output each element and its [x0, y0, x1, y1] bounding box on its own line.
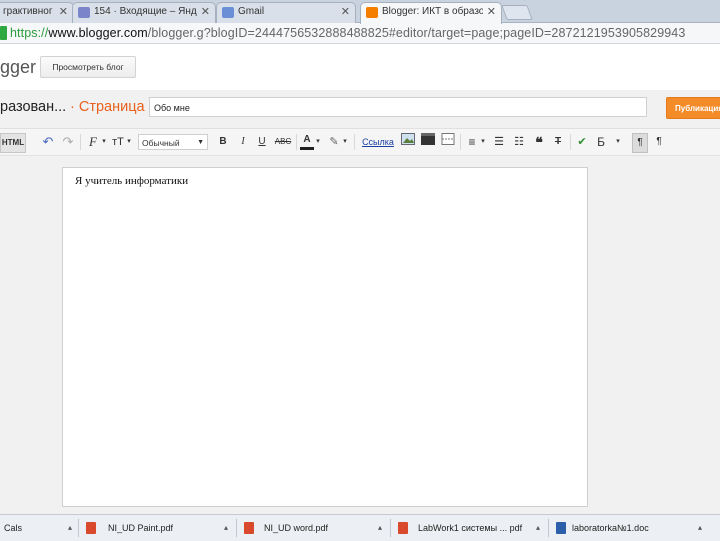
chevron-down-icon[interactable]: ▾ — [480, 133, 486, 151]
chevron-down-icon[interactable]: ▾ — [342, 133, 348, 151]
chevron-down-icon: ▼ — [197, 139, 204, 146]
underline-button[interactable]: U — [255, 133, 269, 151]
browser-tab-1[interactable]: грактивног ✕ — [0, 2, 74, 23]
toolbar-divider — [460, 134, 461, 150]
url-text[interactable]: https://www.blogger.com/blogger.g?blogID… — [10, 25, 685, 41]
blogger-icon — [366, 7, 378, 18]
toolbar-divider — [570, 134, 571, 150]
download-label: NI_UD Paint.pdf — [108, 523, 174, 533]
download-divider — [390, 519, 391, 537]
spellcheck-icon[interactable]: ✔ — [574, 133, 590, 151]
download-label: laboratorka№1.doc — [572, 523, 649, 533]
download-divider — [236, 519, 237, 537]
toolbar-divider — [296, 134, 297, 150]
download-item[interactable]: NI_UD word.pdf ▴ — [244, 518, 386, 538]
address-bar[interactable]: https://www.blogger.com/blogger.g?blogID… — [0, 23, 720, 44]
align-icon[interactable]: ≡ — [464, 133, 480, 151]
download-item[interactable]: LabWork1 системы ... pdf ▴ — [398, 518, 544, 538]
toolbar-divider — [354, 134, 355, 150]
tab-label: грактивног — [3, 6, 53, 17]
chevron-down-icon[interactable]: ▴ — [68, 518, 72, 538]
lock-icon — [0, 26, 7, 40]
download-item[interactable]: NI_UD Paint.pdf ▴ — [86, 518, 232, 538]
download-item[interactable]: laboratorka№1.doc ▴ — [556, 518, 706, 538]
browser-tab-3[interactable]: Gmail ✕ — [216, 2, 356, 23]
italic-button[interactable]: I — [236, 133, 250, 151]
browser-tab-strip: грактивног ✕ 154 · Входящие – Яндекс ✕ G… — [0, 0, 720, 24]
bold-button[interactable]: B — [216, 133, 230, 151]
highlight-color-icon[interactable]: ✎ — [326, 133, 342, 151]
rtl-direction-button[interactable]: ¶ — [652, 133, 666, 151]
format-value: Обычный — [142, 138, 180, 148]
ltr-direction-button[interactable]: ¶ — [632, 133, 648, 153]
post-body-editor[interactable]: Я учитель информатики — [62, 167, 588, 507]
new-tab-button[interactable] — [501, 5, 533, 20]
view-blog-button[interactable]: Просмотреть блог — [40, 56, 136, 78]
doc-file-icon — [556, 522, 566, 534]
download-label: NI_UD word.pdf — [264, 523, 329, 533]
chevron-down-icon[interactable]: ▴ — [378, 518, 382, 538]
paragraph-format-select[interactable]: Обычный ▼ — [138, 134, 208, 150]
chevron-down-icon[interactable]: ▴ — [224, 518, 228, 538]
bulleted-list-icon[interactable]: ☷ — [511, 133, 527, 151]
chevron-down-icon[interactable]: ▾ — [315, 133, 321, 151]
url-scheme: https:// — [10, 26, 49, 40]
quote-icon[interactable]: ❝ — [531, 133, 547, 151]
close-icon[interactable]: ✕ — [341, 3, 350, 21]
downloads-bar: Cals ▴ NI_UD Paint.pdf ▴ NI_UD word.pdf … — [0, 514, 720, 541]
blogger-header: gger Просмотреть блог — [0, 44, 720, 91]
pdf-file-icon — [244, 522, 254, 534]
redo-icon[interactable]: ↷ — [60, 133, 76, 151]
html-mode-button[interactable]: HTML — [0, 133, 26, 153]
browser-tab-4-active[interactable]: Blogger: ИКТ в образова ✕ — [360, 2, 502, 24]
blogger-logo[interactable]: gger — [0, 57, 36, 78]
close-icon[interactable]: ✕ — [487, 3, 496, 21]
download-item[interactable]: Cals ▴ — [4, 518, 74, 538]
close-icon[interactable]: ✕ — [59, 3, 68, 21]
download-label: LabWork1 системы ... pdf — [418, 523, 523, 533]
url-path: /blogger.g?blogID=2444756532888488825#ed… — [147, 26, 686, 40]
tab-label: Blogger: ИКТ в образова — [382, 6, 483, 17]
chevron-down-icon[interactable]: ▾ — [101, 133, 107, 151]
download-divider — [78, 519, 79, 537]
chevron-down-icon[interactable]: ▴ — [698, 518, 702, 538]
remove-formatting-icon[interactable]: T — [550, 133, 566, 151]
publish-button[interactable]: Публикация — [666, 97, 720, 119]
jump-break-icon[interactable] — [440, 133, 456, 151]
chevron-down-icon[interactable]: ▾ — [614, 133, 622, 151]
close-icon[interactable]: ✕ — [201, 3, 210, 21]
editor-toolbar: HTML ↶ ↷ F ▾ тT ▾ Обычный ▼ B I U ABC A … — [0, 129, 720, 156]
url-host: www.blogger.com — [48, 26, 148, 40]
browser-tab-2[interactable]: 154 · Входящие – Яндекс ✕ — [72, 2, 216, 23]
chevron-down-icon[interactable]: ▴ — [536, 518, 540, 538]
image-icon[interactable] — [400, 133, 416, 151]
pdf-file-icon — [398, 522, 408, 534]
toolbar-divider — [80, 134, 81, 150]
video-icon[interactable] — [420, 133, 436, 151]
page-title-row: разован... · Страница Обо мне Публикация — [0, 90, 720, 129]
link-button[interactable]: Ссылка — [360, 133, 396, 151]
breadcrumb-page: · Страница — [70, 99, 145, 115]
undo-icon[interactable]: ↶ — [40, 133, 56, 151]
strikethrough-button[interactable]: ABC — [274, 133, 292, 151]
numbered-list-icon[interactable]: ☰ — [491, 133, 507, 151]
text-color-button[interactable]: A — [300, 133, 314, 150]
font-family-button[interactable]: F — [84, 133, 102, 151]
editor-content[interactable]: Я учитель информатики — [75, 175, 188, 187]
chevron-down-icon[interactable]: ▾ — [126, 133, 132, 151]
download-label: Cals — [4, 523, 23, 533]
download-divider — [548, 519, 549, 537]
input-tools-button[interactable]: Б — [594, 133, 608, 151]
gmail-icon — [222, 7, 234, 18]
tab-label: Gmail — [238, 6, 265, 17]
font-size-button[interactable]: тT — [110, 133, 126, 151]
pdf-file-icon — [86, 522, 96, 534]
page-title-input[interactable]: Обо мне — [149, 97, 647, 117]
blog-name[interactable]: разован... — [0, 99, 66, 115]
tab-label: 154 · Входящие – Яндекс — [94, 6, 197, 17]
mail-icon — [78, 7, 90, 18]
